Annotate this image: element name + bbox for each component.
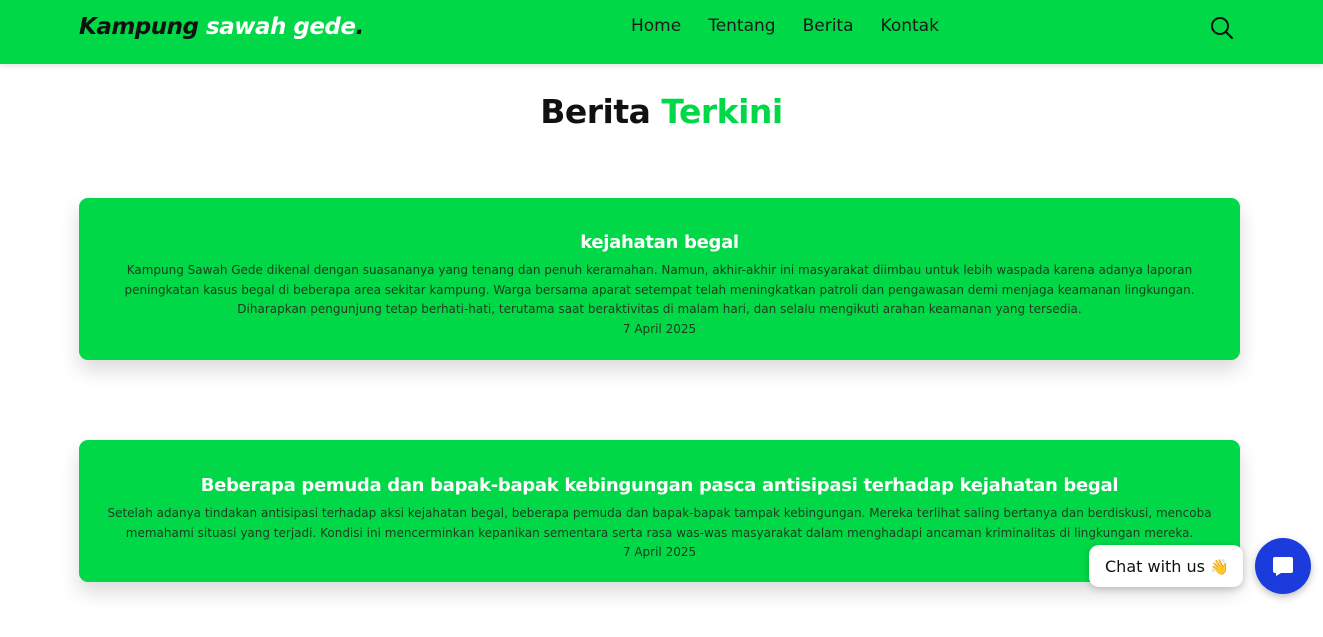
logo-text-part2: sawah gede	[206, 14, 356, 40]
nav-link-home[interactable]: Home	[631, 16, 681, 36]
chat-icon	[1273, 557, 1293, 576]
site-logo[interactable]: Kampung sawah gede.	[79, 14, 364, 40]
search-button[interactable]	[1209, 15, 1235, 41]
chat-with-us-bubble[interactable]: Chat with us 👋	[1089, 545, 1243, 587]
logo-text-part3: .	[355, 14, 365, 40]
nav-link-kontak[interactable]: Kontak	[881, 16, 939, 36]
nav-link-berita[interactable]: Berita	[803, 16, 854, 36]
main-nav: Home Tentang Berita Kontak	[631, 16, 966, 36]
page-title-part2: Terkini	[661, 92, 783, 131]
page-title-part1: Berita	[540, 92, 662, 131]
navbar: Kampung sawah gede. Home Tentang Berita …	[0, 0, 1323, 64]
chat-launcher-button[interactable]	[1255, 538, 1311, 594]
news-card: Beberapa pemuda dan bapak-bapak kebingun…	[79, 440, 1240, 582]
news-body: Kampung Sawah Gede dikenal dengan suasan…	[124, 263, 1195, 316]
news-date: 7 April 2025	[622, 545, 697, 559]
nav-link-tentang[interactable]: Tentang	[708, 16, 775, 36]
news-title: Beberapa pemuda dan bapak-bapak kebingun…	[200, 475, 1119, 496]
page-title: Berita Terkini	[0, 92, 1323, 131]
search-icon	[1211, 17, 1234, 40]
news-card: kejahatan begal Kampung Sawah Gede diken…	[79, 198, 1240, 360]
chat-label: Chat with us	[1105, 557, 1205, 576]
waving-hand-icon: 👋	[1210, 558, 1229, 576]
news-date: 7 April 2025	[622, 321, 697, 336]
news-body: Setelah adanya tindakan antisipasi terha…	[107, 506, 1212, 540]
news-title: kejahatan begal	[580, 232, 739, 253]
logo-text-part1: Kampung	[79, 14, 206, 40]
